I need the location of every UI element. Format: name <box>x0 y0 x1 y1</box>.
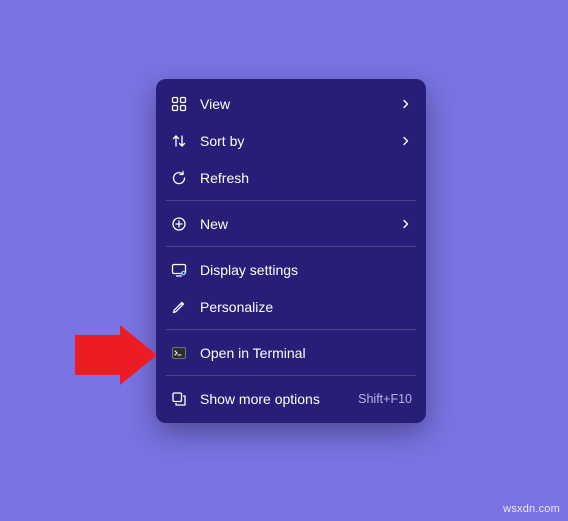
menu-item-label: Refresh <box>200 170 412 186</box>
menu-item-label: New <box>200 216 392 232</box>
menu-item-label: Sort by <box>200 133 392 149</box>
desktop-context-menu: View Sort by <box>156 79 426 423</box>
menu-item-new[interactable]: New <box>156 205 426 242</box>
menu-item-display-settings[interactable]: Display settings <box>156 251 426 288</box>
menu-divider <box>166 329 416 330</box>
menu-item-open-terminal[interactable]: Open in Terminal <box>156 334 426 371</box>
sort-icon <box>170 132 188 150</box>
menu-item-label: View <box>200 96 392 112</box>
menu-item-show-more-options[interactable]: Show more options Shift+F10 <box>156 380 426 417</box>
menu-divider <box>166 200 416 201</box>
view-icon <box>170 95 188 113</box>
refresh-icon <box>170 169 188 187</box>
chevron-right-icon <box>400 135 412 147</box>
menu-item-shortcut: Shift+F10 <box>358 392 412 406</box>
menu-item-personalize[interactable]: Personalize <box>156 288 426 325</box>
menu-item-sort-by[interactable]: Sort by <box>156 122 426 159</box>
more-icon <box>170 390 188 408</box>
red-arrow-annotation <box>75 325 157 385</box>
chevron-right-icon <box>400 98 412 110</box>
menu-item-label: Display settings <box>200 262 412 278</box>
new-icon <box>170 215 188 233</box>
menu-divider <box>166 375 416 376</box>
chevron-right-icon <box>400 218 412 230</box>
personalize-icon <box>170 298 188 316</box>
watermark: wsxdn.com <box>503 503 560 515</box>
terminal-icon <box>170 344 188 362</box>
menu-divider <box>166 246 416 247</box>
menu-item-label: Open in Terminal <box>200 345 412 361</box>
menu-item-refresh[interactable]: Refresh <box>156 159 426 196</box>
menu-item-view[interactable]: View <box>156 85 426 122</box>
display-icon <box>170 261 188 279</box>
menu-item-label: Personalize <box>200 299 412 315</box>
menu-item-label: Show more options <box>200 391 350 407</box>
